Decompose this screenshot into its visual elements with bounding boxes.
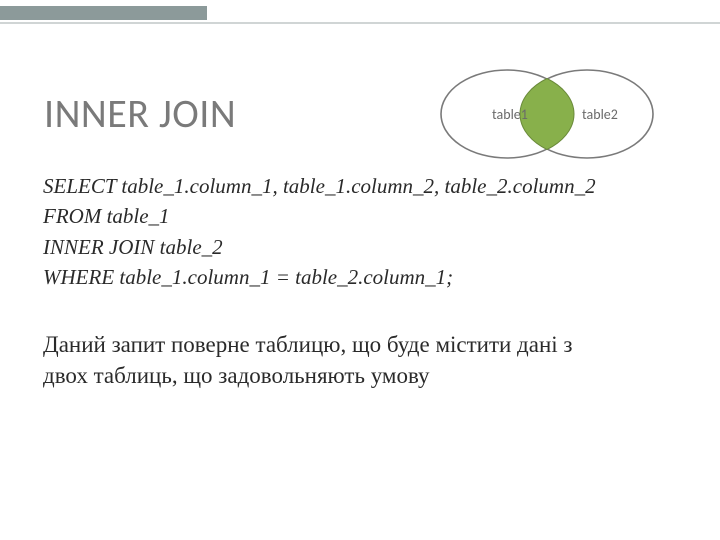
slide-top-accent-bar <box>0 6 207 20</box>
page-title: INNER JOIN <box>44 89 236 138</box>
description-text: Даний запит поверне таблицю, що буде міс… <box>43 329 598 391</box>
venn-right-label: table2 <box>582 106 618 123</box>
venn-left-label: table1 <box>492 106 528 123</box>
sql-line-join: INNER JOIN table_2 <box>43 232 663 262</box>
sql-line-from: FROM table_1 <box>43 201 663 231</box>
sql-line-where: WHERE table_1.column_1 = table_2.column_… <box>43 262 663 292</box>
venn-diagram: table1 table2 <box>422 59 672 174</box>
slide-top-divider <box>0 22 720 24</box>
sql-line-select: SELECT table_1.column_1, table_1.column_… <box>43 171 663 201</box>
sql-code-block: SELECT table_1.column_1, table_1.column_… <box>43 171 663 293</box>
venn-diagram-icon: table1 table2 <box>422 59 672 169</box>
slide-content: SELECT table_1.column_1, table_1.column_… <box>43 171 663 391</box>
